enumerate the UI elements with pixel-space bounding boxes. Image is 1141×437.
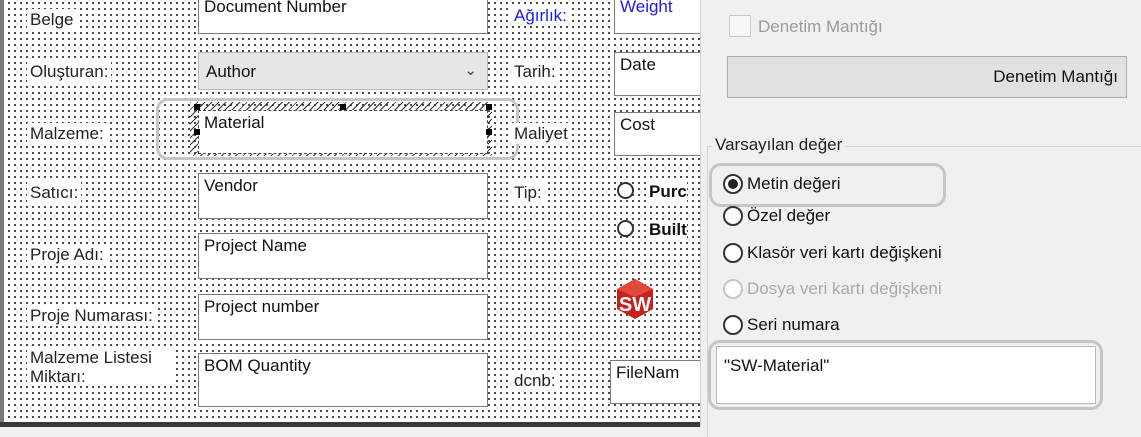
tip-built-radio[interactable] xyxy=(617,220,634,237)
proje-numarasi-field[interactable]: Project number xyxy=(198,294,488,340)
ozel-deger-radio[interactable] xyxy=(723,206,743,226)
resize-handle-left[interactable] xyxy=(194,129,200,135)
metin-degeri-label: Metin değeri xyxy=(747,174,841,193)
klasor-veri-karti-radio[interactable] xyxy=(723,243,743,263)
olusturan-label: Oluşturan: xyxy=(27,61,112,82)
tip-built-label: Built xyxy=(649,220,687,240)
tarih-label: Tarih: xyxy=(511,61,559,82)
ozel-deger-label: Özel değer xyxy=(747,206,831,225)
malzeme-listesi-field[interactable]: BOM Quantity xyxy=(198,353,488,407)
denetim-mantigi-button-label: Denetim Mantığı xyxy=(993,67,1118,86)
resize-handle-tl[interactable] xyxy=(194,104,200,110)
metin-degeri-radio[interactable] xyxy=(723,174,743,194)
denetim-mantigi-button[interactable]: Denetim Mantığı xyxy=(727,56,1127,98)
tip-purc-label: Purc xyxy=(649,182,687,202)
solidworks-logo-icon: SW xyxy=(617,279,653,319)
tip-label: Tip: xyxy=(511,182,545,203)
tarih-field[interactable]: Date xyxy=(614,52,700,96)
olusturan-dropdown[interactable]: Author ⌄ xyxy=(198,52,488,90)
belge-label: Belge xyxy=(27,9,77,30)
seri-numara-radio[interactable] xyxy=(723,315,743,335)
belge-field[interactable]: Document Number xyxy=(198,0,488,34)
default-value-input[interactable]: "SW-Material" xyxy=(716,346,1096,404)
dcnb-field[interactable]: FileNam xyxy=(610,360,700,404)
satici-field[interactable]: Vendor xyxy=(198,173,488,219)
satici-label: Satıcı: xyxy=(27,182,82,203)
chevron-down-icon: ⌄ xyxy=(464,62,477,79)
malzeme-field[interactable]: Material xyxy=(198,110,488,154)
maliyet-label: Maliyet xyxy=(511,123,571,144)
resize-handle-tr[interactable] xyxy=(486,104,492,110)
tip-purc-radio[interactable] xyxy=(617,182,634,199)
olusturan-value: Author xyxy=(206,62,257,81)
denetim-mantigi-checkbox-label: Denetim Mantığı xyxy=(758,17,883,36)
solidworks-logo-text: SW xyxy=(619,294,651,316)
proje-adi-field[interactable]: Project Name xyxy=(198,233,488,279)
agirlik-field[interactable]: Weight xyxy=(614,0,700,34)
form-designer-canvas[interactable]: Belge Oluşturan: Malzeme: Satıcı: Proje … xyxy=(0,0,700,427)
canvas-left-border xyxy=(0,0,4,422)
seri-numara-label: Seri numara xyxy=(747,315,840,334)
default-value-group-title: Varsayılan değer xyxy=(712,135,846,155)
klasor-veri-karti-label: Klasör veri kartı değişkeni xyxy=(747,243,942,262)
dosya-veri-karti-radio xyxy=(723,279,743,299)
resize-handle-right[interactable] xyxy=(486,129,492,135)
maliyet-field[interactable]: Cost xyxy=(614,112,700,156)
proje-numarasi-label: Proje Numarası: xyxy=(27,305,156,326)
malzeme-listesi-label: Malzeme Listesi Miktarı: xyxy=(27,348,173,386)
malzeme-label: Malzeme: xyxy=(27,123,107,144)
proje-adi-label: Proje Adı: xyxy=(27,244,107,265)
dcnb-label: dcnb: xyxy=(511,370,559,391)
dosya-veri-karti-label: Dosya veri kartı değişkeni xyxy=(747,279,942,298)
denetim-mantigi-checkbox[interactable] xyxy=(729,15,751,37)
resize-handle-top[interactable] xyxy=(340,104,346,110)
agirlik-label: Ağırlık: xyxy=(511,5,570,26)
